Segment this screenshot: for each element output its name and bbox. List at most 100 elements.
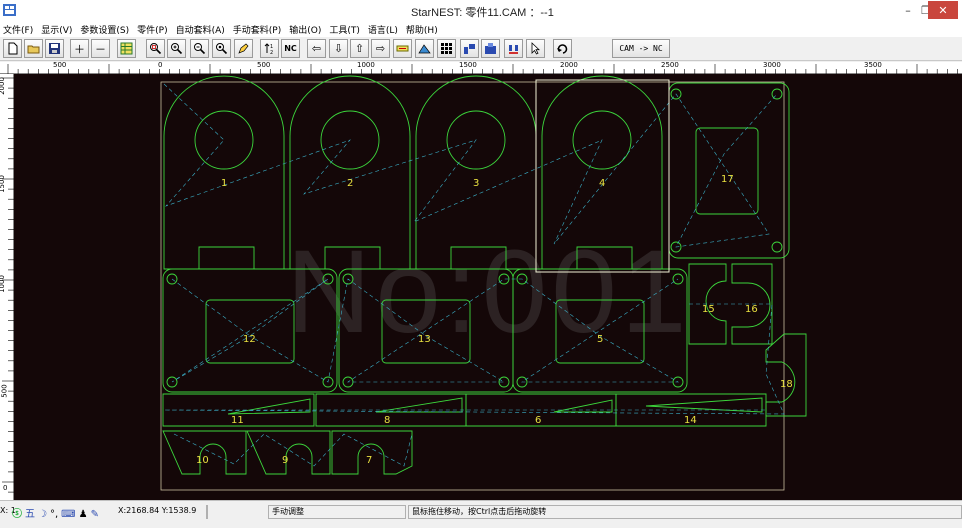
save-icon[interactable]: [45, 39, 64, 58]
part-label: 4: [599, 178, 605, 189]
undo-icon[interactable]: [553, 39, 572, 58]
part-label: 6: [535, 415, 541, 426]
horizontal-ruler: 500 0 500 1000 1500 2000 2500 3000 3500: [0, 61, 962, 74]
pointer-icon[interactable]: [526, 39, 545, 58]
menu-manual-nest[interactable]: 手动套料(P): [233, 23, 281, 36]
coords-cell: X: 1 ⓢ 五 ☽ °, ⌨ ♟ ✎ X:2168.84 Y:1538.9: [0, 505, 206, 519]
cam-to-nc-button[interactable]: CAM -> NC: [612, 39, 670, 58]
nesting-canvas[interactable]: No:001 1 2 3 4 17 12 13 5 15 16 18 11 8 …: [14, 74, 962, 500]
part-18[interactable]: [765, 333, 807, 417]
table-icon[interactable]: [117, 39, 136, 58]
hint-cell: 鼠标拖住移动，按Ctrl点击后拖动旋转: [408, 505, 962, 519]
draw-icon[interactable]: [415, 39, 434, 58]
ruler-h-label: 500: [257, 61, 271, 69]
align-icon[interactable]: [393, 39, 412, 58]
ime-mode-label[interactable]: 五: [25, 509, 35, 519]
add-icon[interactable]: ＋: [70, 39, 89, 58]
part-label: 15: [702, 304, 715, 315]
status-bar: X: 1 ⓢ 五 ☽ °, ⌨ ♟ ✎ X:2168.84 Y:1538.9 手…: [0, 500, 962, 528]
horizontal-ruler-ticks: [7, 64, 958, 74]
zoom-window-icon[interactable]: [146, 39, 165, 58]
ruler-h-label: 3000: [763, 61, 781, 69]
zoom-all-icon[interactable]: [212, 39, 231, 58]
toolbar: ＋ － 12 NC ⇦ ⇩ ⇧ ⇨ CAM -> NC: [0, 37, 962, 61]
ime-logo-icon: ⓢ: [12, 509, 22, 519]
close-button[interactable]: ✕: [928, 1, 958, 19]
move-up-icon[interactable]: ⇧: [350, 39, 369, 58]
ruler-h-label: 3500: [864, 61, 882, 69]
part-label: 12: [243, 334, 256, 345]
menu-view[interactable]: 显示(V): [41, 23, 72, 36]
part-label: 18: [780, 379, 793, 390]
part-label: 2: [347, 178, 353, 189]
status-divider: [206, 505, 208, 519]
nesting-drawing[interactable]: No:001 1 2 3 4 17 12 13 5 15 16 18 11 8 …: [14, 74, 962, 500]
part-label: 14: [684, 415, 697, 426]
punctuation-icon[interactable]: °,: [50, 509, 58, 519]
part-label: 16: [745, 304, 758, 315]
sort-icon[interactable]: 12: [260, 39, 279, 58]
ruler-h-label: 2000: [560, 61, 578, 69]
part-label: 10: [196, 455, 209, 466]
remove-icon[interactable]: －: [91, 39, 110, 58]
ruler-h-label: 2500: [661, 61, 679, 69]
wrench-icon[interactable]: ✎: [91, 509, 99, 519]
part-label: 1: [221, 178, 227, 189]
plate-icon[interactable]: [481, 39, 500, 58]
edit-part-icon[interactable]: [234, 39, 253, 58]
move-right-icon[interactable]: ⇨: [371, 39, 390, 58]
ruler-h-label: 1000: [357, 61, 375, 69]
part-10[interactable]: [162, 430, 247, 475]
zoom-in-icon[interactable]: [167, 39, 186, 58]
part-1[interactable]: [163, 75, 285, 270]
ruler-v-label: 2000: [0, 77, 6, 95]
part-label: 17: [721, 174, 734, 185]
move-down-icon[interactable]: ⇩: [329, 39, 348, 58]
menu-output[interactable]: 输出(O): [289, 23, 321, 36]
grid-icon[interactable]: [437, 39, 456, 58]
nc-button[interactable]: NC: [281, 39, 300, 58]
watermark-text: No:001: [286, 226, 691, 358]
coords-readout: X:2168.84 Y:1538.9: [118, 506, 197, 515]
menu-help[interactable]: 帮助(H): [406, 23, 438, 36]
ime-toolbar[interactable]: ⓢ 五 ☽ °, ⌨ ♟ ✎: [12, 508, 99, 519]
moon-icon[interactable]: ☽: [38, 509, 47, 519]
menu-tools[interactable]: 工具(T): [329, 23, 360, 36]
title-bar: StarNEST: 零件11.CAM ：--1 – ❐ ✕: [0, 0, 962, 22]
new-file-icon[interactable]: [3, 39, 22, 58]
zoom-out-icon[interactable]: [190, 39, 209, 58]
part-label: 9: [282, 455, 288, 466]
menu-settings[interactable]: 参数设置(S): [80, 23, 129, 36]
ruler-h-label: 0: [158, 61, 163, 69]
ruler-v-label: 1500: [0, 175, 6, 193]
ruler-v-label: 500: [0, 384, 9, 398]
compact-icon[interactable]: [460, 39, 479, 58]
svg-text:2: 2: [270, 50, 273, 55]
part-label: 8: [384, 415, 390, 426]
menu-file[interactable]: 文件(F): [3, 23, 33, 36]
ruler-v-label: 0: [3, 484, 8, 492]
open-folder-icon[interactable]: [24, 39, 43, 58]
ruler-v-label: 1000: [0, 275, 6, 293]
vertical-ruler: 2000 1500 1000 500 0: [0, 74, 14, 500]
ruler-h-label: 500: [53, 61, 67, 69]
menu-language[interactable]: 语言(L): [368, 23, 398, 36]
ruler-h-label: 1500: [459, 61, 477, 69]
part-9[interactable]: [246, 430, 331, 475]
menu-parts[interactable]: 零件(P): [137, 23, 167, 36]
app-icon: [3, 4, 16, 16]
part-label: 3: [473, 178, 479, 189]
window-title: StarNEST: 零件11.CAM ：--1: [411, 7, 554, 19]
part-7[interactable]: [331, 430, 413, 475]
bar-chart-icon[interactable]: [504, 39, 523, 58]
menu-auto-nest[interactable]: 自动套料(A): [176, 23, 225, 36]
menu-bar: 文件(F) 显示(V) 参数设置(S) 零件(P) 自动套料(A) 手动套料(P…: [0, 22, 962, 37]
user-icon[interactable]: ♟: [79, 509, 88, 519]
part-label: 5: [597, 334, 603, 345]
part-label: 13: [418, 334, 431, 345]
mode-cell: 手动调整: [268, 505, 406, 519]
part-label: 11: [231, 415, 244, 426]
keyboard-icon[interactable]: ⌨: [61, 509, 75, 519]
part-label: 7: [366, 455, 372, 466]
move-left-icon[interactable]: ⇦: [307, 39, 326, 58]
